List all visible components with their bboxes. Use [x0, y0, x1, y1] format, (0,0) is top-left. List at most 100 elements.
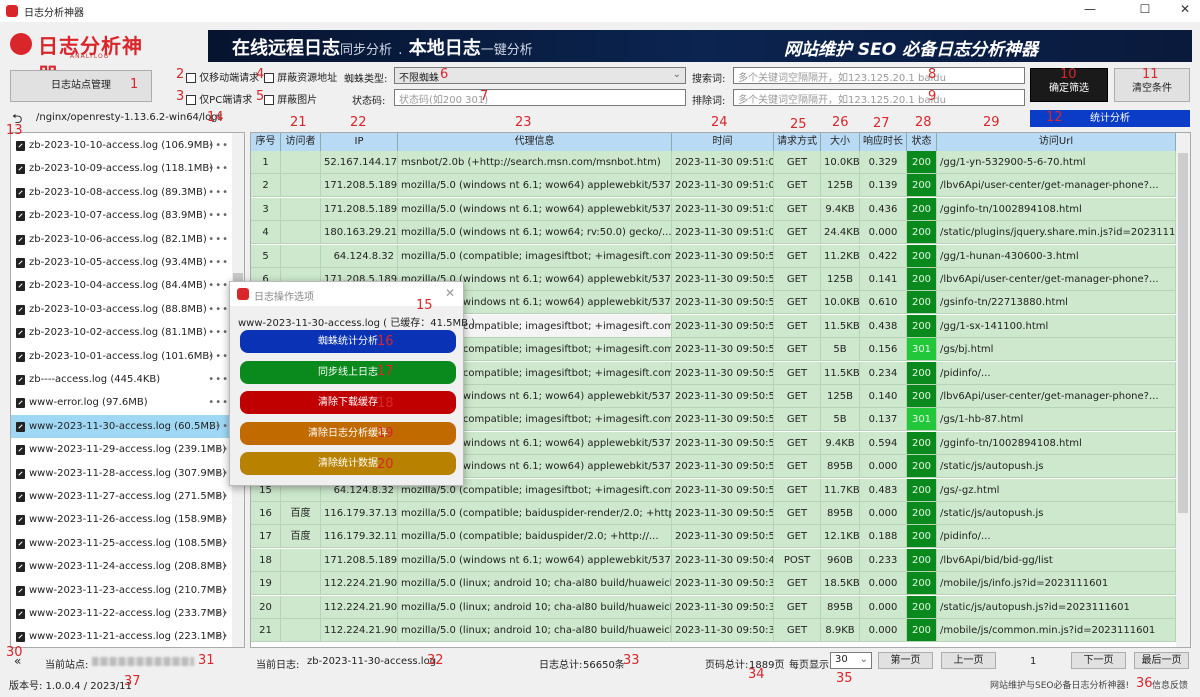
- table-row[interactable]: 2 171.208.5.189 mozilla/5.0 (windows nt 6.…: [251, 174, 1176, 198]
- dialog-action-button[interactable]: 蜘蛛统计分析: [240, 330, 456, 353]
- column-header-seq[interactable]: 序号: [251, 133, 281, 151]
- file-item[interactable]: www-2023-11-23-access.log (210.7MB) •••: [11, 579, 233, 602]
- more-icon[interactable]: •••: [208, 321, 229, 344]
- file-item[interactable]: www-2023-11-21-access.log (223.1MB) •••: [11, 625, 233, 647]
- file-icon: [16, 351, 25, 362]
- column-header-time[interactable]: 时间: [672, 133, 774, 151]
- more-icon[interactable]: •••: [208, 485, 229, 508]
- last-page-button[interactable]: 最后一页: [1134, 652, 1189, 669]
- more-icon[interactable]: •••: [208, 625, 229, 647]
- table-row[interactable]: 21 112.224.21.90 mozilla/5.0 (linux; andro…: [251, 619, 1176, 642]
- file-icon: [16, 234, 25, 245]
- more-icon[interactable]: •••: [208, 438, 229, 461]
- file-item[interactable]: zb-2023-10-04-access.log (84.4MB) •••: [11, 274, 233, 297]
- current-page: 1: [1030, 656, 1037, 667]
- first-page-button[interactable]: 第一页: [878, 652, 933, 669]
- maximize-button[interactable]: ☐: [1130, 2, 1160, 20]
- file-icon: [16, 562, 25, 573]
- dialog-action-button[interactable]: 清除统计数据: [240, 452, 456, 475]
- more-icon[interactable]: •••: [208, 274, 229, 297]
- table-row[interactable]: 4 180.163.29.212 mozilla/5.0 (windows nt 6…: [251, 221, 1176, 245]
- file-item[interactable]: zb-2023-10-10-access.log (106.9MB) •••: [11, 134, 233, 157]
- cell-method: GET: [774, 151, 821, 174]
- cell-status: 200: [907, 174, 937, 198]
- column-header-url[interactable]: 访问Url: [937, 133, 1176, 151]
- more-icon[interactable]: •••: [208, 508, 229, 531]
- cell-size: 8.9KB: [821, 619, 860, 642]
- table-scrollbar[interactable]: [1176, 133, 1190, 647]
- table-row[interactable]: 17 百度 116.179.32.112 mozilla/5.0 (compatibl…: [251, 525, 1176, 549]
- more-icon[interactable]: •••: [208, 345, 229, 368]
- exclude-input[interactable]: 多个关键词空隔隔开，如123.125.20.1 baidu: [733, 89, 1025, 106]
- more-icon[interactable]: •••: [208, 157, 229, 180]
- file-item[interactable]: www-2023-11-30-access.log (60.5MB) •••: [11, 414, 233, 438]
- file-item[interactable]: zb----access.log (445.4KB) •••: [11, 368, 233, 391]
- pc-only-checkbox[interactable]: 仅PC端请求: [186, 91, 252, 106]
- file-item[interactable]: www-2023-11-26-access.log (158.9MB) •••: [11, 508, 233, 531]
- more-icon[interactable]: •••: [208, 228, 229, 251]
- hide-resources-checkbox[interactable]: 屏蔽资源地址: [264, 69, 337, 84]
- more-icon[interactable]: •••: [208, 391, 229, 414]
- more-icon[interactable]: •••: [208, 555, 229, 578]
- column-header-visitor[interactable]: 访问者: [281, 133, 321, 151]
- table-row[interactable]: 16 百度 116.179.37.137 mozilla/5.0 (compatibl…: [251, 502, 1176, 525]
- file-item[interactable]: www-2023-11-22-access.log (233.7MB) •••: [11, 602, 233, 625]
- dialog-action-button[interactable]: 清除下载缓存: [240, 391, 456, 414]
- table-row[interactable]: 19 112.224.21.90 mozilla/5.0 (linux; andro…: [251, 572, 1176, 596]
- column-header-response-time[interactable]: 响应时长: [860, 133, 907, 151]
- file-item[interactable]: zb-2023-10-07-access.log (83.9MB) •••: [11, 204, 233, 227]
- table-row[interactable]: 1 52.167.144.176 msnbot/2.0b (+http://sear…: [251, 151, 1176, 174]
- mobile-only-checkbox[interactable]: 仅移动端请求: [186, 69, 259, 84]
- dialog-close-icon[interactable]: ✕: [445, 286, 455, 300]
- file-name: www-2023-11-22-access.log (233.7MB): [29, 608, 227, 619]
- column-header-status[interactable]: 状态: [907, 133, 937, 151]
- table-row[interactable]: 3 171.208.5.189 mozilla/5.0 (windows nt 6.…: [251, 197, 1176, 221]
- prev-page-button[interactable]: 上一页: [941, 652, 996, 669]
- file-item[interactable]: zb-2023-10-03-access.log (88.8MB) •••: [11, 298, 233, 321]
- file-item[interactable]: www-2023-11-28-access.log (307.9MB) •••: [11, 462, 233, 485]
- more-icon[interactable]: •••: [208, 415, 229, 438]
- minimize-button[interactable]: —: [1075, 2, 1105, 20]
- file-item[interactable]: www-2023-11-27-access.log (271.5MB) •••: [11, 485, 233, 508]
- table-row[interactable]: 18 171.208.5.189 mozilla/5.0 (windows nt 6…: [251, 548, 1176, 572]
- file-item[interactable]: zb-2023-10-06-access.log (82.1MB) •••: [11, 228, 233, 251]
- file-item[interactable]: zb-2023-10-08-access.log (89.3MB) •••: [11, 181, 233, 204]
- more-icon[interactable]: •••: [208, 134, 229, 157]
- table-row[interactable]: 5 64.124.8.32 mozilla/5.0 (compatible; ima…: [251, 244, 1176, 268]
- file-item[interactable]: zb-2023-10-02-access.log (81.1MB) •••: [11, 321, 233, 344]
- cell-url: /gg/1-yn-532900-5-6-70.html: [937, 151, 1176, 174]
- file-item[interactable]: zb-2023-10-01-access.log (101.6MB) •••: [11, 345, 233, 368]
- search-input[interactable]: 多个关键词空隔隔开，如123.125.20.1 baidu: [733, 67, 1025, 84]
- more-icon[interactable]: •••: [208, 181, 229, 204]
- column-header-agent[interactable]: 代理信息: [398, 133, 672, 151]
- per-page-select[interactable]: 30 ⌄: [830, 652, 872, 669]
- file-item[interactable]: zb-2023-10-09-access.log (118.1MB) •••: [11, 157, 233, 180]
- more-icon[interactable]: •••: [208, 204, 229, 227]
- more-icon[interactable]: •••: [208, 298, 229, 321]
- more-icon[interactable]: •••: [208, 602, 229, 625]
- file-item[interactable]: www-2023-11-24-access.log (208.8MB) •••: [11, 555, 233, 578]
- close-button[interactable]: ✕: [1170, 2, 1200, 20]
- cell-size: 125B: [821, 174, 860, 198]
- hide-images-checkbox[interactable]: 屏蔽图片: [264, 91, 317, 106]
- column-header-method[interactable]: 请求方式: [774, 133, 821, 151]
- file-item[interactable]: zb-2023-10-05-access.log (93.4MB) •••: [11, 251, 233, 274]
- file-item[interactable]: www-2023-11-25-access.log (108.5MB) •••: [11, 532, 233, 555]
- more-icon[interactable]: •••: [208, 462, 229, 485]
- spider-type-select[interactable]: 不限蜘蛛 ⌄: [394, 67, 686, 84]
- more-icon[interactable]: •••: [208, 579, 229, 602]
- column-header-size[interactable]: 大小: [821, 133, 860, 151]
- more-icon[interactable]: •••: [208, 532, 229, 555]
- next-page-button[interactable]: 下一页: [1071, 652, 1126, 669]
- status-input[interactable]: 状态码(如200 301): [394, 89, 686, 106]
- column-header-ip[interactable]: IP: [321, 133, 398, 151]
- dialog-action-button[interactable]: 同步线上日志: [240, 360, 456, 384]
- dialog-action-button[interactable]: 清除日志分析缓存: [240, 421, 456, 445]
- file-item[interactable]: www-error.log (97.6MB) •••: [11, 391, 233, 414]
- feedback-link[interactable]: 信息反馈: [1152, 678, 1188, 691]
- more-icon[interactable]: •••: [208, 251, 229, 274]
- more-icon[interactable]: •••: [208, 368, 229, 391]
- table-row[interactable]: 20 112.224.21.90 mozilla/5.0 (linux; andro…: [251, 595, 1176, 619]
- file-item[interactable]: www-2023-11-29-access.log (239.1MB) •••: [11, 438, 233, 461]
- cell-url: /mobile/js/info.js?id=2023111601: [937, 572, 1176, 596]
